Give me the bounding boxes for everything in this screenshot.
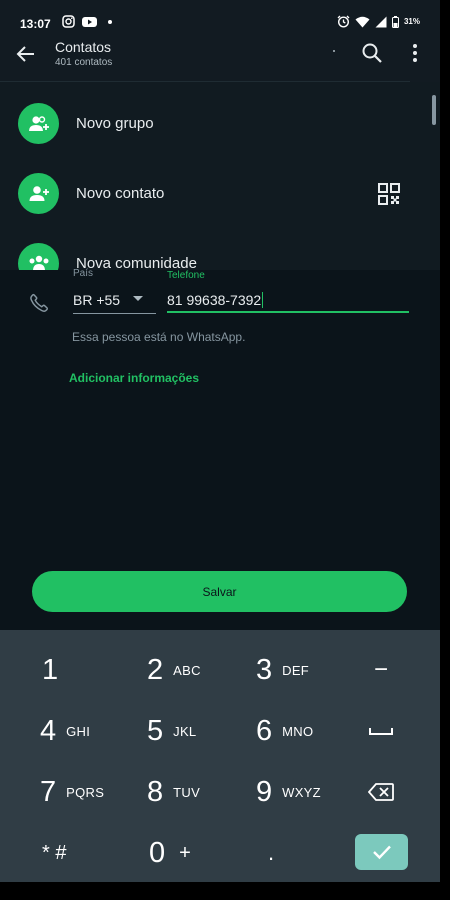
done-button[interactable] (355, 834, 408, 870)
search-icon[interactable] (360, 41, 384, 65)
youtube-icon (82, 16, 97, 27)
screen-edge (440, 0, 450, 900)
app-bar: Contatos 401 contatos (0, 32, 440, 82)
instagram-icon (62, 15, 75, 28)
new-contact-avatar (18, 173, 59, 214)
list-item-label: Nova comunidade (76, 255, 197, 270)
wifi-icon (355, 16, 370, 27)
space-bar-icon (369, 728, 393, 735)
phone-icon (30, 293, 49, 312)
signal-icon (375, 16, 387, 27)
group-add-icon (28, 115, 49, 131)
person-add-icon (29, 185, 49, 201)
country-label: País (73, 268, 94, 279)
more-options-icon[interactable] (408, 42, 422, 64)
contact-count: 401 contatos (55, 57, 113, 68)
country-underline (73, 313, 156, 314)
check-icon (372, 845, 391, 860)
chevron-down-icon[interactable] (133, 296, 143, 301)
status-time: 13:07 (20, 17, 51, 31)
scrollbar-thumb[interactable] (432, 95, 436, 125)
list-item-new-contact[interactable]: Novo contato (0, 160, 430, 230)
minus-key[interactable]: − (365, 650, 397, 690)
qr-code-icon[interactable] (378, 183, 400, 205)
key-0[interactable]: 0 + (149, 823, 191, 883)
phone-underline (167, 311, 409, 313)
backspace-key[interactable] (362, 772, 400, 812)
list-item-new-group[interactable]: Novo grupo (0, 90, 430, 160)
key-6[interactable]: 6 MNO (256, 701, 313, 761)
notification-dot-icon (108, 19, 112, 24)
key-5[interactable]: 5 JKL (147, 701, 196, 761)
key-2[interactable]: 2 ABC (147, 640, 201, 700)
country-select[interactable]: BR +55 (73, 292, 120, 308)
whatsapp-hint: Essa pessoa está no WhatsApp. (72, 330, 246, 344)
list-item-label: Novo grupo (76, 115, 154, 132)
back-arrow-icon[interactable] (14, 42, 38, 66)
key-3[interactable]: 3 DEF (256, 640, 309, 700)
backspace-icon (368, 783, 394, 801)
key-4[interactable]: 4 GHI (40, 701, 90, 761)
navigation-bar (0, 882, 440, 900)
battery-level: 31% (403, 17, 420, 26)
page-title: Contatos (55, 39, 112, 55)
key-8[interactable]: 8 TUV (147, 762, 200, 822)
key-dot[interactable]: . (268, 823, 274, 883)
phone-label: Telefone (167, 270, 205, 281)
add-info-link[interactable]: Adicionar informações (69, 371, 199, 385)
status-bar: 13:07 31% (0, 0, 440, 32)
battery-icon (391, 15, 399, 28)
new-community-avatar (18, 243, 59, 270)
key-7[interactable]: 7 PQRS (40, 762, 104, 822)
list-item-new-community[interactable]: Nova comunidade (0, 230, 430, 270)
contacts-list: Novo grupo Novo contato Nova comunidade (0, 82, 440, 270)
phone-input[interactable]: 81 99638-7392 (167, 292, 264, 308)
key-1[interactable]: 1 (42, 640, 58, 700)
alarm-icon (337, 15, 350, 28)
list-item-label: Novo contato (76, 185, 165, 202)
contacts-screen: 13:07 31% Contatos 401 contatos Novo gru… (0, 0, 440, 900)
community-icon (29, 255, 48, 270)
space-key[interactable] (362, 711, 400, 751)
new-group-avatar (18, 103, 59, 144)
text-cursor (262, 292, 264, 308)
decor-dot (333, 50, 335, 52)
key-9[interactable]: 9 WXYZ (256, 762, 321, 822)
phone-value: 81 99638-7392 (167, 292, 262, 308)
key-star-hash[interactable]: * # (42, 823, 66, 883)
save-button[interactable]: Salvar (32, 571, 407, 612)
